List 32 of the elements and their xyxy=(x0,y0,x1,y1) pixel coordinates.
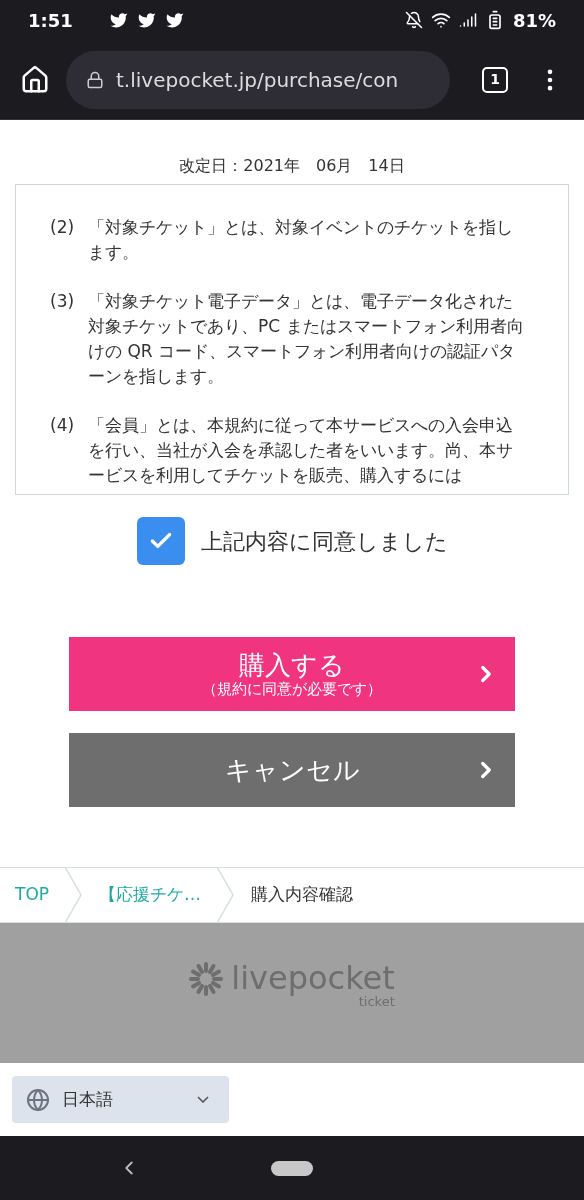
address-bar[interactable]: t.livepocket.jp/purchase/con xyxy=(66,50,450,109)
chevron-down-icon xyxy=(197,1096,209,1103)
bird-icon xyxy=(164,10,185,30)
term-number: (2) xyxy=(50,216,76,239)
revision-date: 改定日：2021年 06月 14日 xyxy=(179,155,405,177)
term-text: 「対象チケット」とは、対象イベントのチケットを指します。 xyxy=(88,216,514,264)
language-select[interactable]: 日本語 xyxy=(12,1076,229,1123)
agree-label: 上記内容に同意しました xyxy=(200,527,448,556)
wifi-icon xyxy=(430,10,451,30)
bird-icon xyxy=(108,10,129,30)
globe-icon xyxy=(26,1087,50,1112)
term-number: (4) xyxy=(50,414,76,437)
term-text: 「対象チケット電子データ」とは、電子データ化された対象チケットであり、PC またはスマートフォン利用者向けの QR コード、スマートフォン利用者向けの認証パターンを指します。 xyxy=(88,290,525,388)
signal-icon xyxy=(458,11,477,29)
cancel-button[interactable]: キャンセル xyxy=(69,733,515,807)
home-pill[interactable] xyxy=(271,1160,313,1176)
lock-icon xyxy=(86,70,104,89)
home-icon[interactable] xyxy=(20,64,50,95)
tab-count-button[interactable]: 1 xyxy=(482,66,508,93)
term-text: 「会員」とは、本規約に従って本サービスへの入会申込を行い、当社が入会を承認した者をいいます。尚、本サービスを利用してチケットを販売、購入するには xyxy=(88,414,514,487)
breadcrumb-item: 購入内容確認 xyxy=(250,883,355,907)
status-time: 1:51 xyxy=(28,8,73,33)
logo-icon xyxy=(189,961,224,997)
term-number: (3) xyxy=(50,290,76,313)
bell-off-icon xyxy=(404,11,423,29)
purchase-button[interactable]: 購入する （規約に同意が必要です） xyxy=(69,637,515,711)
battery-level: 81% xyxy=(512,8,556,33)
agree-checkbox[interactable] xyxy=(136,517,185,565)
breadcrumb-item[interactable]: TOP xyxy=(0,882,64,908)
breadcrumb-item[interactable]: 【応援チケ… xyxy=(83,882,216,908)
url-text: t.livepocket.jp/purchase/con xyxy=(116,66,399,94)
bird-icon xyxy=(136,10,157,30)
